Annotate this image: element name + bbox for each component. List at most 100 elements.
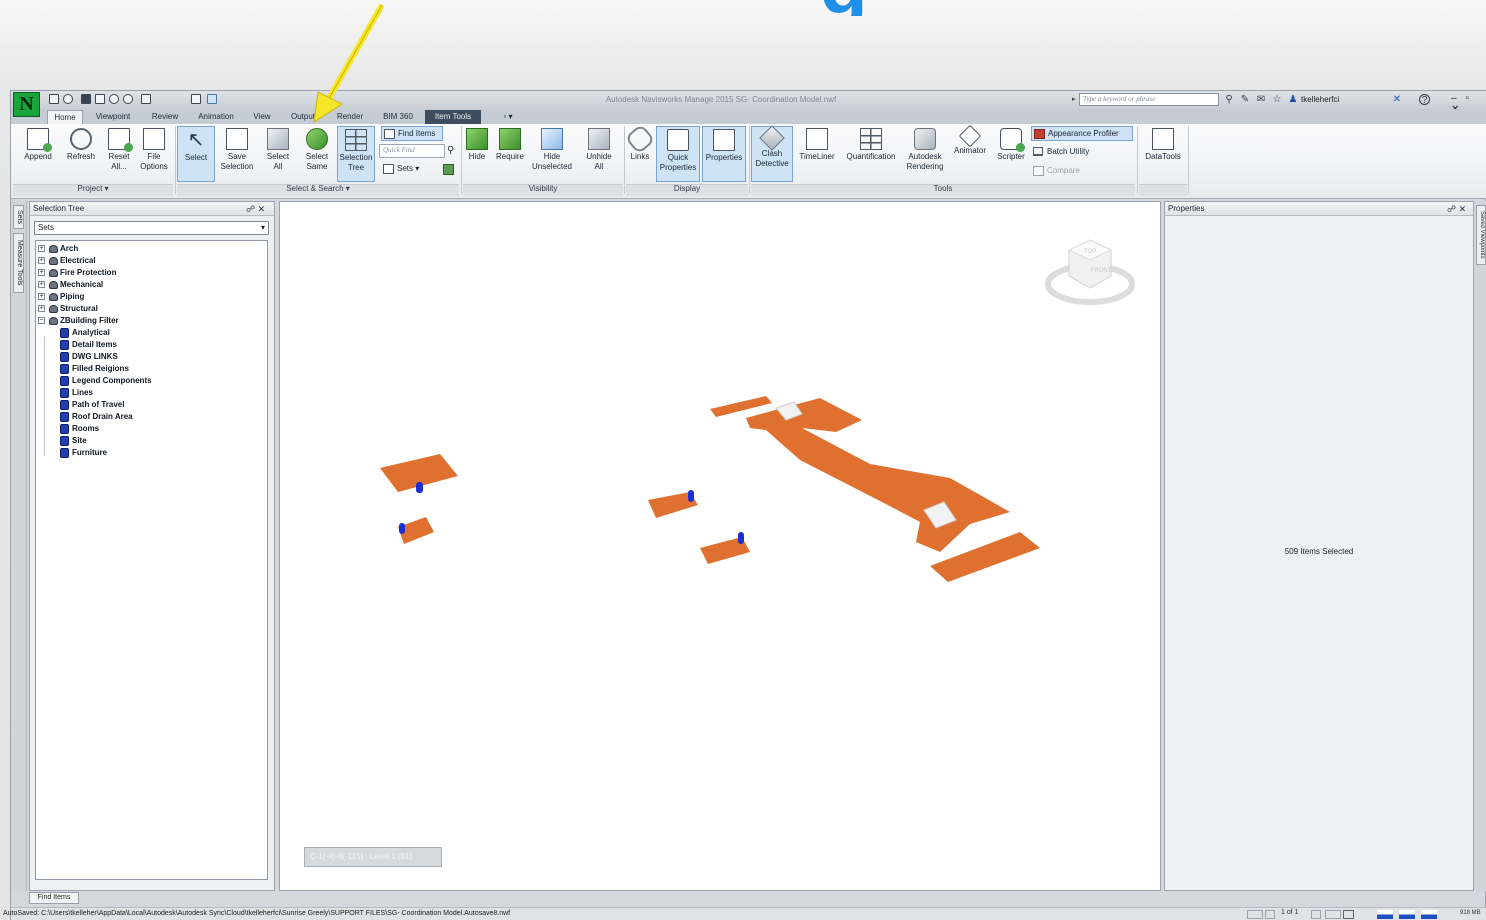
tree-set-row[interactable]: + Mechanical	[38, 279, 103, 291]
expand-icon[interactable]: +	[38, 281, 45, 288]
quick-find-search-icon[interactable]: ⚲	[447, 145, 454, 156]
select-same-button[interactable]: Select Same	[299, 126, 335, 182]
exchange-icon[interactable]: ✕	[1391, 94, 1403, 105]
expand-icon[interactable]: +	[38, 269, 45, 276]
saved-viewpoints-side-tab[interactable]: Saved Viewpoints	[1476, 205, 1486, 265]
autodesk-rendering-button[interactable]: Autodesk Rendering	[903, 126, 947, 182]
select-cursor-quick-icon[interactable]	[207, 94, 217, 104]
redo-icon[interactable]	[123, 94, 133, 104]
links-button[interactable]: Links	[624, 123, 656, 182]
tree-set-row[interactable]: + Fire Protection	[38, 267, 116, 279]
pane-controls[interactable]: ☍ ✕	[246, 203, 265, 215]
tree-child-row[interactable]: Legend Components	[60, 375, 152, 387]
expand-icon[interactable]: +	[38, 245, 45, 252]
datatools-button[interactable]: DataTools	[1139, 126, 1187, 182]
tree-child-row[interactable]: Site	[60, 435, 87, 447]
tree-set-row[interactable]: + Piping	[38, 291, 84, 303]
quick-properties-button[interactable]: Quick Properties	[656, 126, 700, 182]
open-icon[interactable]	[63, 94, 73, 104]
properties-button[interactable]: Properties	[702, 126, 746, 182]
timeliner-button[interactable]: TimeLiner	[795, 126, 839, 182]
hide-unselected-button[interactable]: Hide Unselected	[529, 126, 575, 182]
select-search-panel-title[interactable]: Select & Search ▾	[177, 184, 459, 195]
user-name[interactable]: tkelleherfci	[1301, 95, 1339, 104]
appearance-profiler-button[interactable]: Appearance Profiler	[1031, 126, 1133, 141]
tree-child-row[interactable]: Furniture	[60, 447, 107, 459]
subscription-icon[interactable]: ✎	[1239, 94, 1251, 105]
tree-child-row[interactable]: Roof Drain Area	[60, 411, 133, 423]
print-icon[interactable]	[95, 94, 105, 104]
find-items-tab[interactable]: Find Items	[29, 892, 79, 904]
favorites-icon[interactable]: ☆	[1271, 94, 1283, 105]
pane-controls[interactable]: ☍ ✕	[1447, 203, 1466, 215]
tab-viewpoint[interactable]: Viewpoint	[89, 110, 137, 124]
3d-viewport[interactable]: TOP FRONT C-1(-4)-6(-115) : Level 1 (91)	[279, 201, 1161, 891]
tree-child-row[interactable]: Detail Items	[60, 339, 117, 351]
tree-mode-dropdown[interactable]: Sets ▾	[34, 221, 269, 235]
undo-icon[interactable]	[109, 94, 119, 104]
tree-set-row[interactable]: + Arch	[38, 243, 78, 255]
expand-icon[interactable]: +	[38, 305, 45, 312]
tree-set-row[interactable]: − ZBuilding Filter	[38, 315, 119, 327]
collapse-icon[interactable]: −	[38, 317, 45, 324]
tab-item-tools[interactable]: Item Tools	[425, 110, 481, 124]
select-button[interactable]: ↖ Select	[177, 126, 215, 182]
reset-all-button[interactable]: Reset All...	[103, 126, 135, 182]
help-search-input[interactable]: Type a keyword or phrase	[1079, 93, 1219, 106]
select-all-button[interactable]: Select All	[261, 126, 295, 182]
file-options-button[interactable]: File Options	[135, 126, 173, 182]
manage-sets-icon[interactable]	[443, 164, 454, 175]
append-button[interactable]: Append	[19, 126, 57, 182]
left-side-tabs: Sets Measure Tools	[11, 201, 27, 891]
hide-button[interactable]: Hide	[463, 126, 491, 182]
previous-sheet-icon[interactable]	[1265, 910, 1275, 919]
batch-utility-button[interactable]: Batch Utility	[1031, 145, 1121, 160]
quick-find-input[interactable]: Quick Find	[379, 144, 445, 158]
select-mode-icon[interactable]	[191, 94, 201, 104]
require-button[interactable]: Require	[493, 126, 527, 182]
last-sheet-icon[interactable]	[1325, 910, 1341, 919]
communication-icon[interactable]: ✉	[1255, 94, 1267, 105]
measure-tools-side-tab[interactable]: Measure Tools	[13, 233, 24, 293]
tree-child-row[interactable]: Filled Reigions	[60, 363, 129, 375]
sets-side-tab[interactable]: Sets	[13, 205, 24, 229]
tab-home[interactable]: Home	[47, 110, 83, 124]
new-file-icon[interactable]	[49, 94, 59, 104]
application-menu-button[interactable]: N	[13, 92, 40, 117]
tab-review[interactable]: Review	[145, 110, 185, 124]
unhide-all-button[interactable]: Unhide All	[581, 126, 617, 182]
tree-child-row[interactable]: DWG LINKS	[60, 351, 118, 363]
scripter-button[interactable]: Scripter	[993, 126, 1029, 182]
tab-minimize-ribbon[interactable]: ▫ ▾	[497, 110, 519, 124]
expand-icon[interactable]: +	[38, 257, 45, 264]
tree-set-row[interactable]: + Electrical	[38, 255, 96, 267]
tree-child-row[interactable]: Rooms	[60, 423, 99, 435]
animator-button[interactable]: Animator	[949, 124, 991, 182]
save-selection-button[interactable]: Save Selection	[217, 126, 257, 182]
project-panel-title[interactable]: Project ▾	[13, 184, 173, 195]
search-set-icon	[60, 412, 69, 422]
expand-icon[interactable]: +	[38, 293, 45, 300]
save-icon[interactable]	[81, 94, 91, 104]
help-icon[interactable]: ?	[1419, 94, 1430, 106]
tab-view[interactable]: View	[247, 110, 277, 124]
selection-tree-button[interactable]: Selection Tree	[337, 126, 375, 182]
slide-title-fragment: g	[820, 0, 930, 16]
refresh-quick-icon[interactable]	[141, 94, 151, 104]
tab-animation[interactable]: Animation	[191, 110, 241, 124]
refresh-button[interactable]: Refresh	[61, 126, 101, 182]
tree-child-row[interactable]: Analytical	[60, 327, 110, 339]
first-sheet-icon[interactable]	[1247, 910, 1263, 919]
sets-dropdown-button[interactable]: Sets ▾	[381, 162, 431, 177]
user-icon[interactable]: ♟	[1287, 94, 1299, 105]
binoculars-icon[interactable]: ⚲	[1223, 94, 1235, 105]
tree-set-row[interactable]: + Structural	[38, 303, 98, 315]
search-expand-icon[interactable]: ▸	[1072, 95, 1076, 103]
next-sheet-icon[interactable]	[1311, 910, 1321, 919]
quantification-button[interactable]: Quantification	[841, 126, 901, 182]
sheet-browser-icon[interactable]	[1343, 910, 1354, 919]
tree-child-row[interactable]: Lines	[60, 387, 93, 399]
tree-child-row[interactable]: Path of Travel	[60, 399, 124, 411]
compare-button[interactable]: Compare	[1031, 164, 1111, 179]
clash-detective-button[interactable]: Clash Detective	[751, 125, 793, 182]
